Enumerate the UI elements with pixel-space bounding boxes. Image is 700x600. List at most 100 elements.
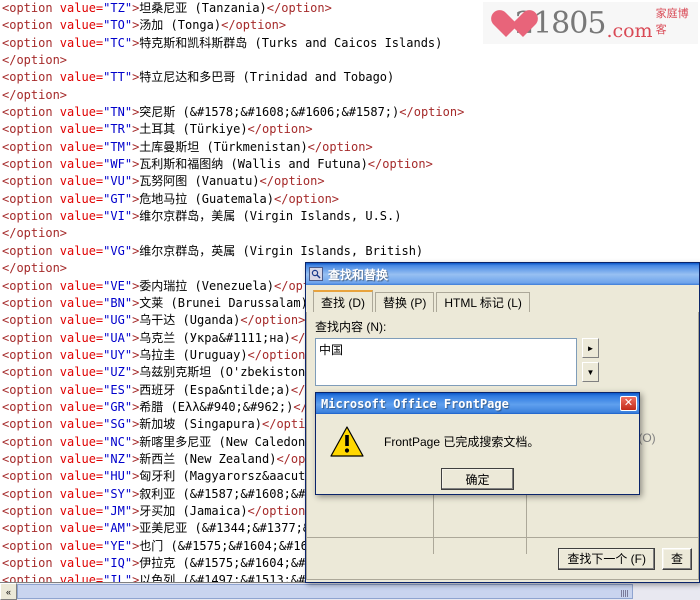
- find-next-button[interactable]: 查找下一个 (F): [558, 547, 655, 570]
- code-token: <option: [2, 382, 60, 397]
- scrollbar-thumb[interactable]: [17, 584, 633, 599]
- code-token: value=: [59, 70, 104, 85]
- code-token: </option>: [240, 313, 306, 328]
- code-token: 突尼斯 (&#1578;&#1608;&#1606;&#1587;): [139, 105, 400, 120]
- search-history-dropdown-button[interactable]: ▼: [582, 362, 599, 382]
- code-token: "SG": [103, 417, 133, 432]
- dialog-title-bar[interactable]: 查找和替换: [306, 263, 699, 285]
- code-token: "VE": [103, 278, 133, 293]
- code-token: value=: [59, 417, 104, 432]
- code-token: </option>: [2, 87, 68, 102]
- code-token: value=: [59, 330, 104, 345]
- code-token: "WF": [103, 157, 133, 172]
- code-token: 委内瑞拉 (Venezuela): [139, 278, 274, 293]
- code-token: <option: [2, 521, 60, 536]
- code-token: <option: [2, 191, 60, 206]
- code-token: "GR": [103, 399, 133, 414]
- scroll-left-arrow-icon[interactable]: «: [0, 583, 17, 600]
- code-token: <option: [2, 434, 60, 449]
- code-token: "SY": [103, 486, 133, 501]
- code-token: "JM": [103, 503, 133, 518]
- code-token: </option>: [259, 174, 325, 189]
- code-token: <option: [2, 538, 60, 553]
- code-token: value=: [59, 434, 104, 449]
- code-token: "YE": [103, 538, 133, 553]
- code-line: <option value="TO">汤加 (Tonga)</option>: [0, 17, 700, 34]
- code-token: </option>: [2, 226, 68, 241]
- code-line: <option value="TZ">坦桑尼亚 (Tanzania)</opti…: [0, 0, 700, 17]
- expand-search-button[interactable]: ►: [582, 338, 599, 358]
- code-token: <option: [2, 295, 60, 310]
- code-token: <option: [2, 451, 60, 466]
- code-token: 土库曼斯坦 (Türkmenistan): [139, 139, 308, 154]
- code-token: 牙买加 (Jamaica): [139, 503, 248, 518]
- message-box-title-bar[interactable]: Microsoft Office FrontPage ✕: [316, 393, 639, 414]
- code-token: 维尔京群岛，英属 (Virgin Islands, British): [139, 243, 424, 258]
- code-token: <option: [2, 486, 60, 501]
- code-token: <option: [2, 330, 60, 345]
- code-token: 新西兰 (New Zealand): [139, 451, 277, 466]
- tab-replace[interactable]: 替换 (P): [375, 292, 435, 312]
- code-token: <option: [2, 503, 60, 518]
- code-line: <option value="VG">维尔京群岛，英属 (Virgin Isla…: [0, 243, 700, 260]
- code-token: value=: [59, 157, 104, 172]
- code-token: "BN": [103, 295, 133, 310]
- scrollbar-track[interactable]: [17, 583, 700, 600]
- code-token: value=: [59, 18, 104, 33]
- code-token: <option: [2, 347, 60, 362]
- code-line: </option>: [0, 225, 700, 242]
- code-token: 坦桑尼亚 (Tanzania): [139, 1, 267, 15]
- code-token: </option>: [2, 53, 68, 68]
- secondary-action-button[interactable]: 查: [661, 547, 692, 570]
- horizontal-scrollbar[interactable]: «: [0, 582, 700, 600]
- warning-icon: [330, 426, 364, 457]
- code-token: value=: [59, 347, 104, 362]
- tab-html-tags[interactable]: HTML 标记 (L): [436, 292, 530, 312]
- code-token: <option: [2, 157, 60, 172]
- tab-find[interactable]: 查找 (D): [313, 290, 373, 312]
- code-token: </option>: [247, 122, 313, 137]
- dialog-tabstrip: 查找 (D) 替换 (P) HTML 标记 (L): [313, 290, 693, 312]
- code-token: value=: [59, 139, 104, 154]
- code-token: "TZ": [103, 1, 133, 15]
- code-token: </option>: [2, 261, 68, 276]
- code-token: <option: [2, 70, 60, 85]
- code-token: "HU": [103, 469, 133, 484]
- code-token: value=: [59, 521, 104, 536]
- code-token: </option>: [274, 191, 340, 206]
- code-token: 维尔京群岛，美属 (Virgin Islands, U.S.): [139, 209, 402, 224]
- code-token: 乌干达 (Uganda): [139, 313, 241, 328]
- code-token: value=: [59, 486, 104, 501]
- code-token: <option: [2, 18, 60, 33]
- code-line: <option value="GT">危地马拉 (Guatemala)</opt…: [0, 191, 700, 208]
- code-token: "VI": [103, 209, 133, 224]
- code-token: 乌拉圭 (Uruguay): [139, 347, 248, 362]
- ok-button[interactable]: 确定: [441, 468, 514, 490]
- code-token: "UZ": [103, 365, 133, 380]
- code-token: 希腊 (Ελλ&#940;&#962;): [139, 399, 294, 414]
- message-box-title: Microsoft Office FrontPage: [321, 396, 509, 411]
- code-token: <option: [2, 417, 60, 432]
- code-token: <option: [2, 105, 60, 120]
- code-token: 汤加 (Tonga): [139, 18, 222, 33]
- code-token: <option: [2, 556, 60, 570]
- code-token: "TC": [103, 35, 133, 50]
- code-token: value=: [59, 503, 104, 518]
- code-token: <option: [2, 469, 60, 484]
- code-token: value=: [59, 365, 104, 380]
- search-input[interactable]: 中国: [315, 338, 577, 386]
- code-token: <option: [2, 139, 60, 154]
- code-line: <option value="TR">土耳其 (Türkiye)</option…: [0, 121, 700, 138]
- code-token: 新喀里多尼亚 (New Caledonia): [139, 434, 327, 449]
- code-token: "UA": [103, 330, 133, 345]
- close-icon[interactable]: ✕: [620, 396, 637, 411]
- code-token: </option>: [247, 347, 313, 362]
- code-token: "IQ": [103, 556, 133, 570]
- code-token: <option: [2, 313, 60, 328]
- code-token: value=: [59, 382, 104, 397]
- code-token: "TO": [103, 18, 133, 33]
- frontpage-message-box[interactable]: Microsoft Office FrontPage ✕ FrontPage 已…: [315, 392, 640, 495]
- scrollbar-grip-icon: [621, 590, 628, 597]
- code-line: <option value="TC">特克斯和凯科斯群岛 (Turks and …: [0, 35, 700, 52]
- search-field-label: 查找内容 (N):: [315, 320, 387, 334]
